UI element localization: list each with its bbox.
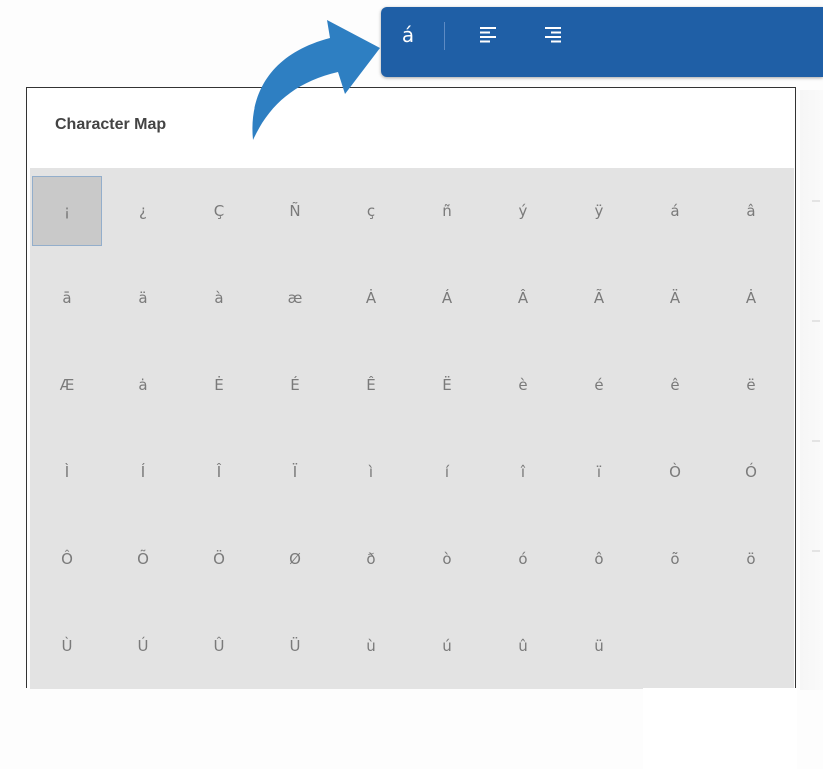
character-cell[interactable]: Ø xyxy=(260,524,330,594)
background-mark xyxy=(812,550,820,552)
editor-toolbar xyxy=(381,7,823,77)
character-cell[interactable]: Ȧ xyxy=(336,263,406,333)
character-cell[interactable]: Í xyxy=(108,437,178,507)
character-cell[interactable]: Ȧ xyxy=(716,263,786,333)
character-cell[interactable]: Â xyxy=(488,263,558,333)
character-cell[interactable]: Ù xyxy=(32,611,102,681)
character-cell[interactable]: Ė xyxy=(184,350,254,420)
character-cell[interactable]: è xyxy=(488,350,558,420)
character-cell[interactable]: Ö xyxy=(184,524,254,594)
background-mark xyxy=(812,320,820,322)
character-cell[interactable]: î xyxy=(488,437,558,507)
character-cell[interactable]: ü xyxy=(564,611,634,681)
character-cell[interactable]: Õ xyxy=(108,524,178,594)
character-cell[interactable]: Ì xyxy=(32,437,102,507)
character-cell[interactable]: í xyxy=(412,437,482,507)
character-cell[interactable]: á xyxy=(640,176,710,246)
character-cell[interactable]: ò xyxy=(412,524,482,594)
character-cell[interactable]: ä xyxy=(108,263,178,333)
background-mark xyxy=(812,440,820,442)
character-cell[interactable]: û xyxy=(488,611,558,681)
character-grid: ¡ ¿ Ç Ñç ñ ý ÿ á â ā ä à æ Ȧ Á Â Ã Ä Ȧ Æȧ Ė É Ê Ëè é ê ë Ì Í Î Ïì í î ï Ò Ó… xyxy=(30,168,797,769)
character-cell[interactable]: ý xyxy=(488,176,558,246)
character-cell[interactable]: Ç xyxy=(184,176,254,246)
panel-title: Character Map xyxy=(55,116,167,133)
align-left-icon xyxy=(480,27,496,43)
character-cell[interactable]: ú xyxy=(412,611,482,681)
character-cell[interactable]: Û xyxy=(184,611,254,681)
character-cell[interactable]: É xyxy=(260,350,330,420)
character-cell[interactable]: ö xyxy=(716,524,786,594)
character-cell[interactable]: ÿ xyxy=(564,176,634,246)
character-cell[interactable]: ¡ xyxy=(32,176,102,246)
align-left-button[interactable] xyxy=(470,18,506,52)
character-cell[interactable]: Ò xyxy=(640,437,710,507)
grid-empty-area xyxy=(643,688,797,769)
character-cell[interactable]: Ñ xyxy=(260,176,330,246)
character-cell[interactable]: Ã xyxy=(564,263,634,333)
character-cell[interactable]: õ xyxy=(640,524,710,594)
character-cell[interactable]: ¿ xyxy=(108,176,178,246)
character-cell[interactable]: Æ xyxy=(32,350,102,420)
curved-arrow-icon xyxy=(252,20,380,140)
character-cell[interactable]: æ xyxy=(260,263,330,333)
character-cell[interactable]: Î xyxy=(184,437,254,507)
character-cell[interactable]: ñ xyxy=(412,176,482,246)
character-cell[interactable]: ë xyxy=(716,350,786,420)
character-cell[interactable]: ô xyxy=(564,524,634,594)
character-cell[interactable]: Ó xyxy=(716,437,786,507)
background-page-edge xyxy=(800,90,823,690)
character-cell[interactable]: ç xyxy=(336,176,406,246)
special-character-button[interactable]: á xyxy=(390,18,426,52)
character-cell[interactable]: ê xyxy=(640,350,710,420)
character-cell[interactable]: é xyxy=(564,350,634,420)
character-cell[interactable]: Á xyxy=(412,263,482,333)
character-cell[interactable]: Ë xyxy=(412,350,482,420)
character-cell[interactable]: Ú xyxy=(108,611,178,681)
character-cell[interactable]: ì xyxy=(336,437,406,507)
special-character-label: á xyxy=(401,23,415,47)
align-right-button[interactable] xyxy=(535,18,571,52)
background-mark xyxy=(812,200,820,202)
character-cell[interactable]: Ê xyxy=(336,350,406,420)
character-cell[interactable]: ā xyxy=(32,263,102,333)
toolbar-separator xyxy=(444,22,445,50)
character-cell[interactable]: à xyxy=(184,263,254,333)
character-cell[interactable]: â xyxy=(716,176,786,246)
character-cell[interactable]: Ü xyxy=(260,611,330,681)
character-cell[interactable]: ï xyxy=(564,437,634,507)
character-cell[interactable]: ȧ xyxy=(108,350,178,420)
character-cell[interactable]: ó xyxy=(488,524,558,594)
character-cell[interactable]: Ô xyxy=(32,524,102,594)
character-cell[interactable]: ð xyxy=(336,524,406,594)
character-cell[interactable]: Ä xyxy=(640,263,710,333)
character-cell[interactable]: ù xyxy=(336,611,406,681)
align-right-icon xyxy=(545,27,561,43)
character-map-panel: Character Map ¡ ¿ Ç Ñç ñ ý ÿ á â ā ä à æ Ȧ Á Â Ã Ä Ȧ Æȧ Ė É Ê Ë… xyxy=(26,87,797,769)
character-cell[interactable]: Ï xyxy=(260,437,330,507)
